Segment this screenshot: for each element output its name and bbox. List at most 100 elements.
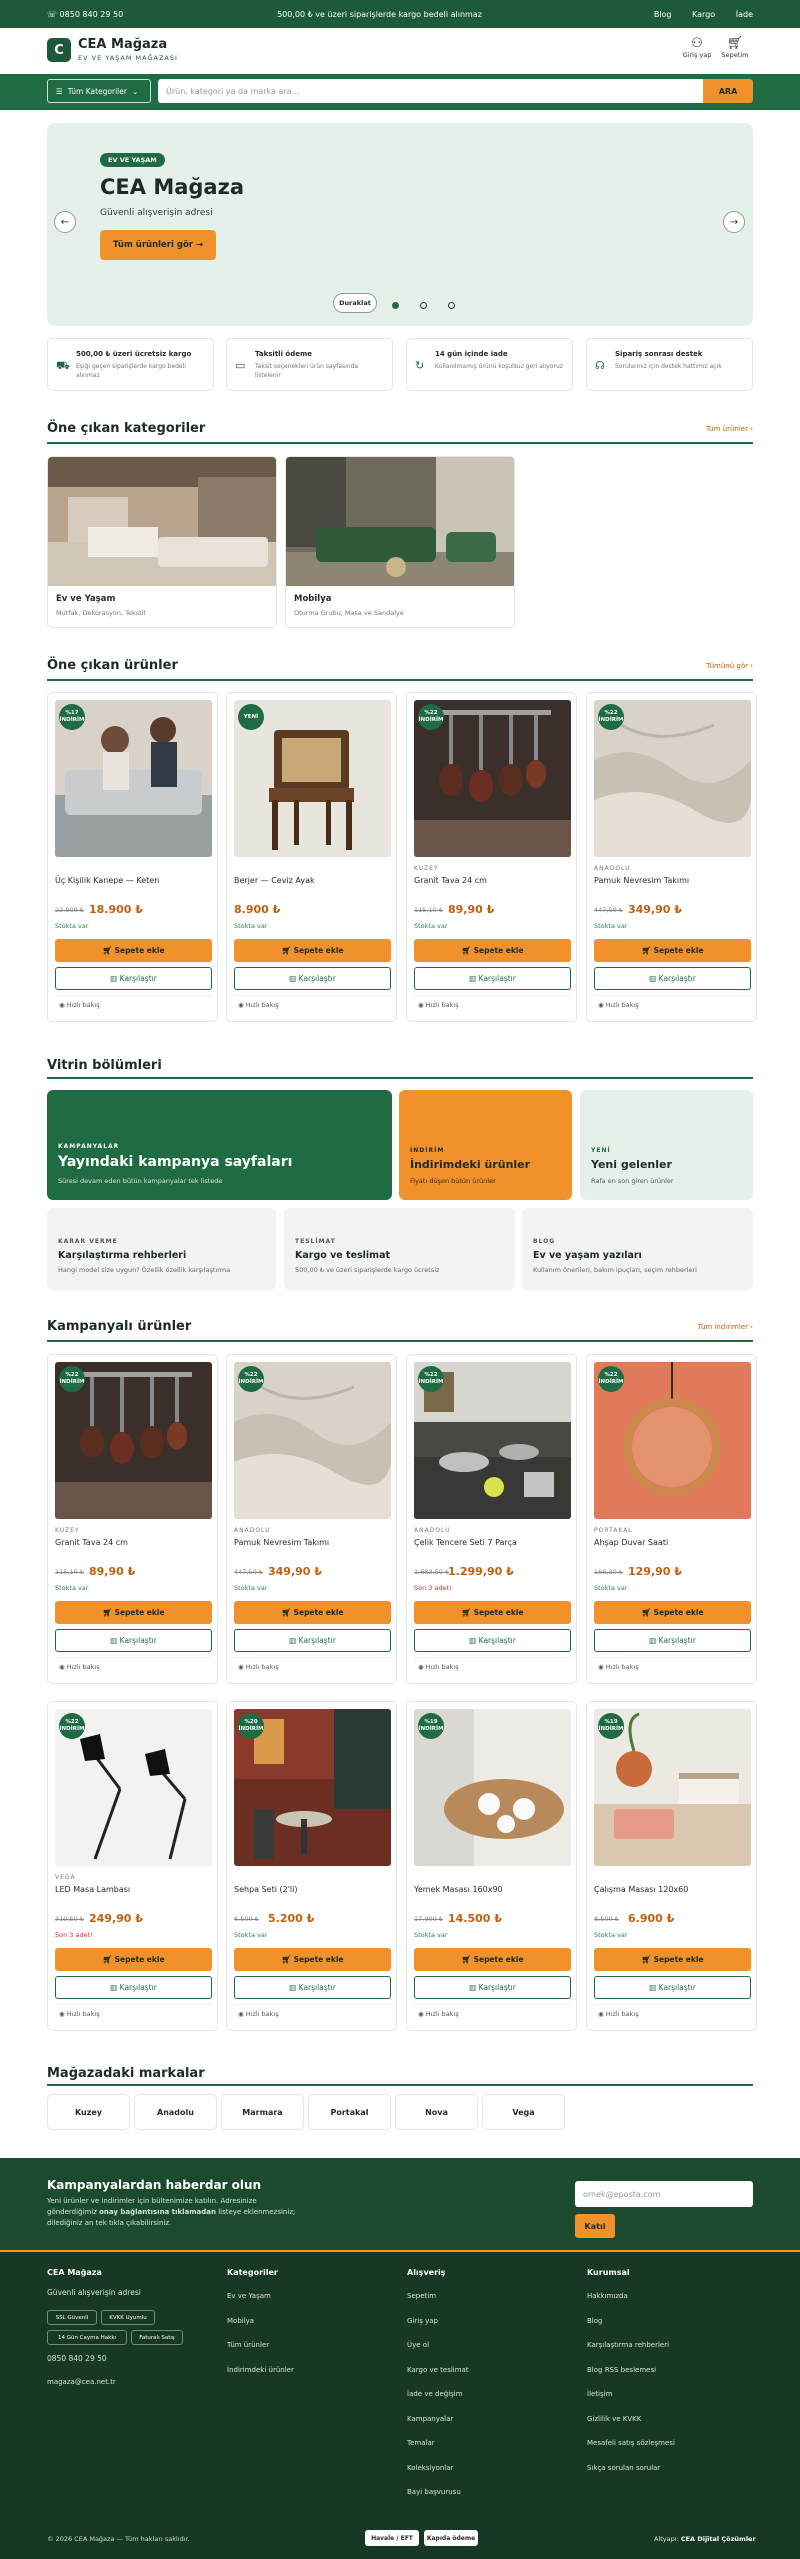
compare-button[interactable]: ▥ Karşılaştır [234,1976,391,1999]
footer-link[interactable]: Üye ol [407,2341,429,2349]
showcase-campaigns[interactable]: KAMPANYALAR Yayındaki kampanya sayfaları… [47,1090,392,1200]
footer-email[interactable]: magaza@cea.net.tr [47,2378,116,2386]
compare-button[interactable]: ▥ Karşılaştır [234,967,391,990]
product-name[interactable]: Yemek Masası 160x90 [414,1885,503,1894]
product-card[interactable]: %17 İNDİRİM Üç Kişilik Kanepe — Keten 22.90… [47,692,218,1022]
next-slide-button[interactable]: → [723,211,745,233]
quick-view-button[interactable]: ◉ Hızlı bakış [55,995,212,1014]
showcase-shipping[interactable]: TESLİMAT Kargo ve teslimat 500,00 ₺ ve ü… [284,1208,515,1290]
footer-link[interactable]: Mobilya [227,2317,254,2325]
footer-link[interactable]: Mesafeli satış sözleşmesi [587,2439,675,2447]
compare-button[interactable]: ▥ Karşılaştır [594,1629,751,1652]
cart-button[interactable]: 🛒︎ Sepetim [715,37,755,60]
add-to-cart-button[interactable]: 🛒︎ Sepete ekle [414,939,571,962]
showcase-discounts[interactable]: İNDİRİM İndirimdeki ürünler Fiyatı düşen… [399,1090,572,1200]
footer-phone[interactable]: 0850 840 29 50 [47,2354,107,2363]
compare-button[interactable]: ▥ Karşılaştır [234,1629,391,1652]
brand-nova[interactable]: Nova [395,2094,478,2130]
quick-view-button[interactable]: ◉ Hızlı bakış [234,1657,391,1676]
phone-info[interactable]: ☏ 0850 840 29 50 [47,10,123,19]
product-name[interactable]: Granit Tava 24 cm [55,1538,128,1547]
topbar-link-iade[interactable]: İade [736,10,753,19]
compare-button[interactable]: ▥ Karşılaştır [594,967,751,990]
compare-button[interactable]: ▥ Karşılaştır [414,1976,571,1999]
quick-view-button[interactable]: ◉ Hızlı bakış [55,2004,212,2023]
showcase-new-arrivals[interactable]: YENİ Yeni gelenler Rafa en son giren ürü… [580,1090,753,1200]
quick-view-button[interactable]: ◉ Hızlı bakış [414,1657,571,1676]
footer-link[interactable]: Sepetim [407,2292,436,2300]
slide-dot-3[interactable] [448,302,455,309]
footer-link[interactable]: Blog [587,2317,602,2325]
showcase-blog[interactable]: BLOG Ev ve yaşam yazıları Kullanım öneri… [522,1208,753,1290]
product-card[interactable]: %20 İNDİRİM Sehpa Seti (2'li) 6.500 ₺ 5.200 … [226,1701,397,2031]
all-discounts-link[interactable]: Tüm indirimler › [698,1323,753,1331]
brand-vega[interactable]: Vega [482,2094,565,2130]
compare-button[interactable]: ▥ Karşılaştır [55,967,212,990]
footer-link[interactable]: Giriş yap [407,2317,438,2325]
product-card[interactable]: %22 İNDİRİM KUZEY Granit Tava 24 cm 115,10 ₺… [406,692,577,1022]
quick-view-button[interactable]: ◉ Hızlı bakış [594,2004,751,2023]
compare-button[interactable]: ▥ Karşılaştır [414,967,571,990]
add-to-cart-button[interactable]: 🛒︎ Sepete ekle [414,1948,571,1971]
compare-button[interactable]: ▥ Karşılaştır [55,1629,212,1652]
all-products-link[interactable]: Tüm ürünler › [706,425,753,433]
topbar-link-blog[interactable]: Blog [654,10,672,19]
newsletter-join-button[interactable]: Katıl [575,2214,615,2238]
add-to-cart-button[interactable]: 🛒︎ Sepete ekle [414,1601,571,1624]
product-card[interactable]: YENİ Berjer — Ceviz Ayak 8.900 ₺ Stokta var… [226,692,397,1022]
add-to-cart-button[interactable]: 🛒︎ Sepete ekle [55,939,212,962]
add-to-cart-button[interactable]: 🛒︎ Sepete ekle [234,939,391,962]
footer-link[interactable]: İletişim [587,2390,612,2398]
add-to-cart-button[interactable]: 🛒︎ Sepete ekle [234,1601,391,1624]
footer-link[interactable]: Karşılaştırma rehberleri [587,2341,669,2349]
quick-view-button[interactable]: ◉ Hızlı bakış [234,995,391,1014]
add-to-cart-button[interactable]: 🛒︎ Sepete ekle [594,939,751,962]
add-to-cart-button[interactable]: 🛒︎ Sepete ekle [234,1948,391,1971]
quick-view-button[interactable]: ◉ Hızlı bakış [55,1657,212,1676]
product-card[interactable]: %19 İNDİRİM Yemek Masası 160x90 17.900 ₺ 14.… [406,1701,577,2031]
search-button[interactable]: ARA [703,79,753,103]
see-all-link[interactable]: Tümünü gör › [706,662,753,670]
quick-view-button[interactable]: ◉ Hızlı bakış [414,2004,571,2023]
footer-link[interactable]: Tüm ürünler [227,2341,269,2349]
brand-kuzey[interactable]: Kuzey [47,2094,130,2130]
product-name[interactable]: Çalışma Masası 120x60 [594,1885,688,1894]
add-to-cart-button[interactable]: 🛒︎ Sepete ekle [594,1601,751,1624]
quick-view-button[interactable]: ◉ Hızlı bakış [594,995,751,1014]
add-to-cart-button[interactable]: 🛒︎ Sepete ekle [55,1948,212,1971]
brand-anadolu[interactable]: Anadolu [134,2094,217,2130]
footer-link[interactable]: Gizlilik ve KVKK [587,2415,641,2423]
footer-link[interactable]: Kampanyalar [407,2415,453,2423]
footer-link[interactable]: İndirimdeki ürünler [227,2366,294,2374]
product-name[interactable]: Pamuk Nevresim Takımı [594,876,689,885]
product-card[interactable]: %22 İNDİRİM ANADOLU Pamuk Nevresim Takımı 44… [226,1354,397,1684]
footer-link[interactable]: Ev ve Yaşam [227,2292,271,2300]
logo[interactable]: C [47,38,71,62]
footer-link[interactable]: Blog RSS beslemesi [587,2366,656,2374]
prev-slide-button[interactable]: ← [54,211,76,233]
quick-view-button[interactable]: ◉ Hızlı bakış [234,2004,391,2023]
footer-link[interactable]: Kargo ve teslimat [407,2366,469,2374]
login-button[interactable]: ⚇ Giriş yap [677,37,717,60]
brand-marmara[interactable]: Marmara [221,2094,304,2130]
compare-button[interactable]: ▥ Karşılaştır [55,1976,212,1999]
footer-link[interactable]: İade ve değişim [407,2390,463,2398]
product-card[interactable]: %22 İNDİRİM ANADOLU Çelik Tencere Seti 7 Pa… [406,1354,577,1684]
product-name[interactable]: Pamuk Nevresim Takımı [234,1538,329,1547]
topbar-link-kargo[interactable]: Kargo [692,10,715,19]
category-card-ev-yasam[interactable]: Ev ve Yaşam Mutfak, Dekorasyon, Tekstil [47,456,277,628]
product-card[interactable]: %22 İNDİRİM ANADOLU Pamuk Nevresim Takımı 44… [586,692,757,1022]
brand-name[interactable]: CEA Mağaza [78,37,167,52]
footer-link[interactable]: Bayi başvurusu [407,2488,461,2496]
product-name[interactable]: Sehpa Seti (2'li) [234,1885,297,1894]
footer-link[interactable]: Temalar [407,2439,435,2447]
product-name[interactable]: Granit Tava 24 cm [414,876,487,885]
add-to-cart-button[interactable]: 🛒︎ Sepete ekle [55,1601,212,1624]
category-card-mobilya[interactable]: Mobilya Oturma Grubu, Masa ve Sandalye [285,456,515,628]
compare-button[interactable]: ▥ Karşılaştır [414,1629,571,1652]
product-name[interactable]: Üç Kişilik Kanepe — Keten [55,876,159,885]
all-categories-button[interactable]: ☰ Tüm Kategoriler ⌄ [47,79,151,103]
footer-link[interactable]: Hakkımızda [587,2292,628,2300]
footer-link[interactable]: Koleksiyonlar [407,2464,453,2472]
product-card[interactable]: %22 İNDİRİM VEGA LED Masa Lambası 319,50 ₺ 24… [47,1701,218,2031]
